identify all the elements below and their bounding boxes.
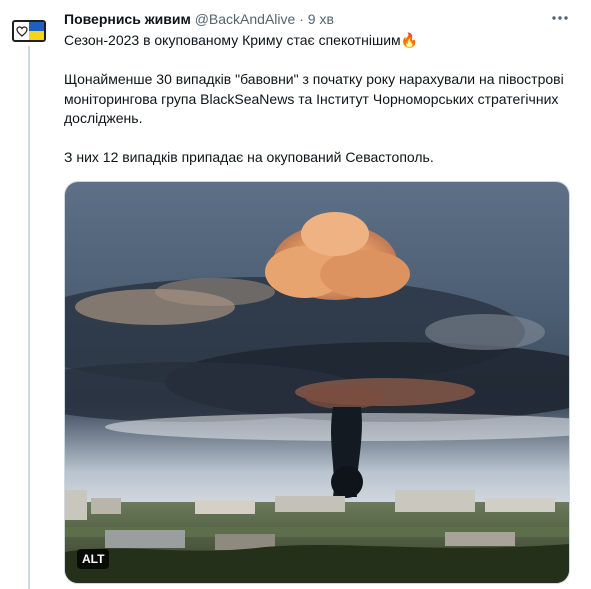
user-handle[interactable]: @BackAndAlive (195, 11, 296, 27)
more-icon[interactable] (548, 8, 572, 28)
alt-badge[interactable]: ALT (77, 549, 110, 569)
thread-line (28, 46, 30, 589)
avatar[interactable] (12, 20, 46, 42)
timestamp[interactable]: 9 хв (308, 11, 334, 27)
heart-icon (14, 22, 29, 40)
display-name[interactable]: Повернись живим (64, 11, 191, 27)
tweet-photo[interactable]: ALT (64, 181, 570, 584)
ukraine-flag-icon (29, 22, 44, 40)
tweet[interactable]: Повернись живим @BackAndAlive · 9 хв Сез… (0, 0, 591, 589)
photo-scene (65, 182, 569, 583)
tweet-text-para3: З них 12 випадків припадає на окупований… (64, 149, 434, 165)
tweet-text-line1: Сезон-2023 в окупованому Криму стає спек… (64, 32, 419, 48)
separator: · (299, 11, 304, 27)
tweet-text: Сезон-2023 в окупованому Криму стає спек… (64, 31, 564, 168)
tweet-text-para2: Щонайменше 30 випадків "бавовни" з почат… (64, 71, 564, 126)
tweet-header: Повернись живим @BackAndAlive · 9 хв (64, 9, 561, 29)
